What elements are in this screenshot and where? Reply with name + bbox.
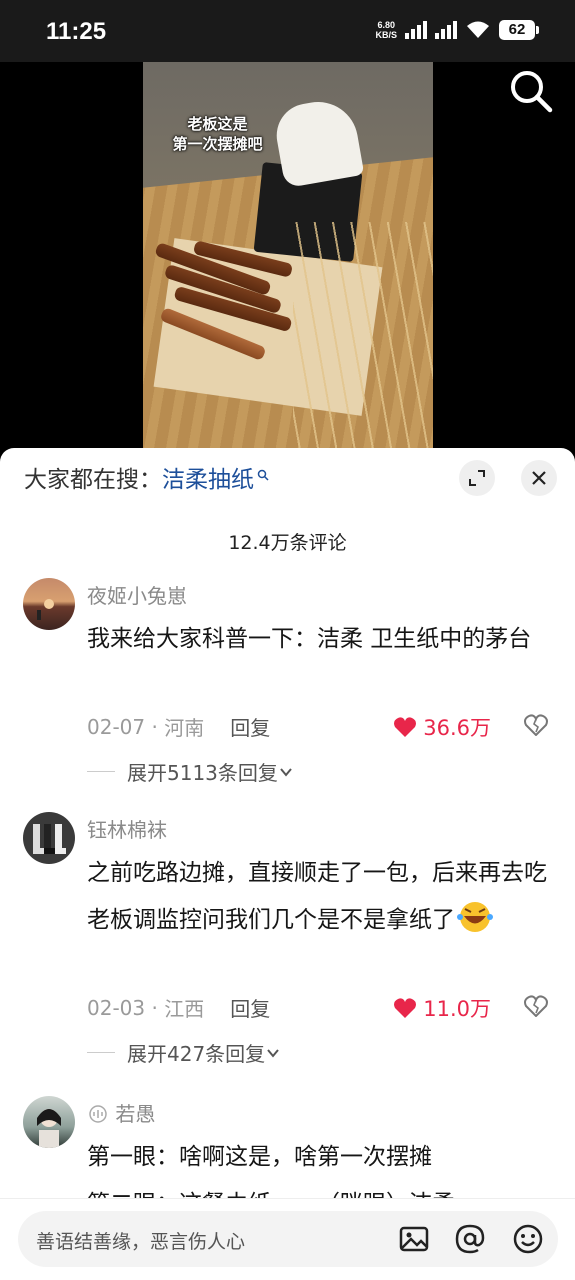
expand-icon — [469, 470, 485, 486]
comment-username[interactable]: 钰林棉袜 — [87, 814, 167, 843]
comment-username[interactable]: 若愚 — [87, 1098, 155, 1127]
heart-filled-icon — [394, 998, 417, 1018]
image-icon[interactable] — [396, 1221, 432, 1257]
comment-location: 江西 — [164, 997, 205, 1021]
trending-search-keyword[interactable]: 洁柔抽纸 — [162, 462, 254, 498]
comment-meta: 02-03 · 江西 回复 — [87, 993, 270, 1022]
heart-filled-icon — [394, 717, 417, 737]
comment-date: 02-07 — [87, 714, 146, 739]
avatar[interactable] — [23, 812, 75, 864]
comment-input[interactable]: 善语结善缘，恶言伤人心 — [18, 1211, 558, 1267]
status-time: 11:25 — [46, 18, 107, 45]
wifi-icon — [467, 21, 489, 38]
audio-wave-icon — [89, 1105, 107, 1123]
chevron-down-icon — [280, 767, 292, 777]
like-button[interactable]: 36.6万 — [393, 712, 491, 742]
video-caption: 老板这是 第一次摆摊吧 — [172, 115, 263, 153]
trending-search-label: 大家都在搜： — [24, 467, 162, 493]
skewers-image — [153, 240, 303, 372]
like-count: 36.6万 — [423, 716, 491, 740]
expand-sheet-button[interactable] — [459, 460, 495, 496]
reply-button[interactable]: 回复 — [230, 712, 270, 741]
dislike-broken-heart-icon[interactable] — [524, 995, 548, 1017]
avatar[interactable] — [23, 578, 75, 630]
comment-text[interactable]: 之前吃路边摊，直接顺走了一包，后来再去吃老板调监控问我们几个是不是拿纸了 — [87, 850, 547, 944]
expand-replies-button[interactable]: 展开427条回复 — [87, 1038, 281, 1067]
chevron-down-icon — [267, 1048, 279, 1058]
like-count: 11.0万 — [423, 997, 491, 1021]
avatar[interactable] — [23, 1096, 75, 1148]
signal-icon — [405, 21, 427, 39]
expand-replies-button[interactable]: 展开5113条回复 — [87, 757, 294, 786]
video-player[interactable]: 老板这是 第一次摆摊吧 — [0, 62, 575, 462]
status-bar: 11:25 6.80 KB/S 62 — [0, 0, 575, 62]
comment-location: 河南 — [164, 716, 205, 740]
comment-date: 02-03 — [87, 995, 146, 1020]
comment-username[interactable]: 夜姬小兔崽 — [87, 580, 187, 609]
comment-sheet: 大家都在搜： 洁柔抽纸 12.4万条评论 夜姬小兔崽 我来给大家科普一下：洁柔 … — [0, 448, 575, 1280]
comment-meta: 02-07 · 河南 回复 — [87, 712, 270, 741]
like-button[interactable]: 11.0万 — [393, 993, 491, 1023]
search-small-icon — [257, 469, 269, 481]
comment-input-bar: 善语结善缘，恶言伤人心 — [0, 1198, 575, 1280]
close-sheet-button[interactable] — [521, 460, 557, 496]
dislike-broken-heart-icon[interactable] — [524, 714, 548, 736]
close-icon — [532, 471, 546, 485]
search-icon[interactable] — [508, 68, 554, 114]
comment-count: 12.4万条评论 — [228, 532, 347, 554]
comment-input-placeholder: 善语结善缘，恶言伤人心 — [36, 1231, 246, 1253]
laughing-emoji-icon — [457, 902, 493, 932]
trending-search-bar[interactable]: 大家都在搜： 洁柔抽纸 — [24, 462, 269, 498]
signal-icon-2 — [435, 21, 457, 39]
at-mention-icon[interactable] — [452, 1221, 488, 1257]
battery-icon: 62 — [499, 20, 539, 40]
reply-button[interactable]: 回复 — [230, 993, 270, 1022]
comment-text[interactable]: 我来给大家科普一下：洁柔 卫生纸中的茅台 — [87, 616, 547, 663]
emoji-icon[interactable] — [510, 1221, 546, 1257]
network-speed: 6.80 KB/S — [375, 20, 397, 40]
status-indicators: 6.80 KB/S 62 — [375, 20, 539, 40]
